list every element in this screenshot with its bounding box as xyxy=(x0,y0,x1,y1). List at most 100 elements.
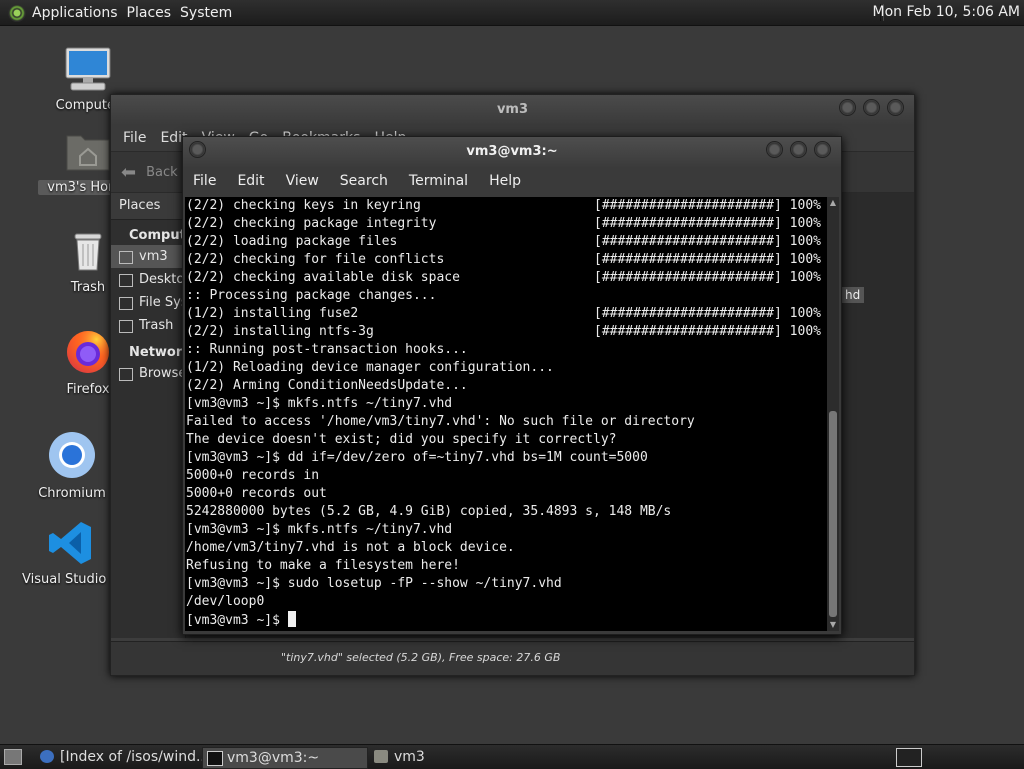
window-menu-button[interactable] xyxy=(189,141,206,158)
terminal-line: [vm3@vm3 ~]$ mkfs.ntfs ~/tiny7.vhd xyxy=(186,396,453,411)
terminal-line: Refusing to make a filesystem here! xyxy=(186,558,460,573)
terminal-icon xyxy=(207,751,223,766)
terminal-line: /dev/loop0 xyxy=(186,594,265,609)
text-cursor xyxy=(287,611,296,627)
window-title: vm3 xyxy=(496,102,529,117)
terminal-output[interactable]: (2/2) checking keys in keyring [#########… xyxy=(185,197,827,631)
status-text: "tiny7.vhd" selected (5.2 GB), Free spac… xyxy=(281,651,561,664)
terminal-line: 5242880000 bytes (5.2 GB, 4.9 GiB) copie… xyxy=(186,504,672,519)
sidebar-item-trash[interactable]: Trash xyxy=(111,314,185,337)
back-button[interactable]: Back xyxy=(146,165,178,180)
terminal-line: [vm3@vm3 ~]$ mkfs.ntfs ~/tiny7.vhd xyxy=(186,522,453,537)
back-arrow-icon[interactable]: ⬅ xyxy=(121,162,136,183)
browser-icon xyxy=(40,750,54,763)
status-bar: "tiny7.vhd" selected (5.2 GB), Free spac… xyxy=(111,641,914,675)
menu-help[interactable]: Help xyxy=(489,173,521,189)
shell-prompt: [vm3@vm3 ~]$ xyxy=(186,613,288,628)
menu-file[interactable]: File xyxy=(123,130,146,146)
minimize-button[interactable] xyxy=(766,141,783,158)
sidebar-item-filesystem[interactable]: File System xyxy=(111,291,185,314)
home-folder-icon xyxy=(66,135,110,171)
scroll-up-icon[interactable]: ▲ xyxy=(827,197,839,209)
terminal-line: [vm3@vm3 ~]$ sudo losetup -fP --show ~/t… xyxy=(186,576,562,591)
terminal-line: (2/2) checking for file conflicts [######… xyxy=(186,252,821,267)
close-button[interactable] xyxy=(814,141,831,158)
terminal-line: Failed to access '/home/vm3/tiny7.vhd': … xyxy=(186,414,695,429)
menu-view[interactable]: View xyxy=(286,173,319,189)
terminal-line: (1/2) installing fuse2 [#################… xyxy=(186,306,821,321)
sidebar-item-label: Browse Network xyxy=(139,366,186,381)
places-menu[interactable]: Places xyxy=(127,5,181,21)
show-desktop-icon[interactable] xyxy=(4,749,22,765)
scrollbar-thumb[interactable] xyxy=(829,411,837,617)
places-sidebar: Places Computer vm3 Desktop File System … xyxy=(111,193,186,638)
clock[interactable]: Mon Feb 10, 5:06 AM xyxy=(873,0,1020,25)
selected-file-label[interactable]: hd xyxy=(841,287,865,303)
taskbar-item-browser[interactable]: [Index of /isos/wind... xyxy=(36,747,220,767)
menu-search[interactable]: Search xyxy=(340,173,388,189)
desktop-icon-label: Chromium xyxy=(38,486,106,501)
taskbar-item-terminal[interactable]: vm3@vm3:~ xyxy=(202,747,368,769)
sidebar-item-browse-network[interactable]: Browse Network xyxy=(111,362,185,385)
terminal-line: :: Running post-transaction hooks... xyxy=(186,342,468,357)
terminal-line: (1/2) Reloading device manager configura… xyxy=(186,360,554,375)
computer-icon xyxy=(65,47,111,91)
taskbar-item-label: [Index of /isos/wind... xyxy=(60,749,210,765)
network-icon xyxy=(119,368,133,381)
workspace-switcher[interactable] xyxy=(896,748,922,767)
sidebar-header[interactable]: Places xyxy=(111,193,185,220)
desktop-icon-chromium[interactable]: Chromium xyxy=(22,430,122,501)
vscode-icon xyxy=(49,522,91,564)
minimize-button[interactable] xyxy=(839,99,856,116)
firefox-icon xyxy=(67,331,109,373)
menu-file[interactable]: File xyxy=(193,173,216,189)
scroll-down-icon[interactable]: ▼ xyxy=(827,619,839,631)
distro-logo-icon[interactable] xyxy=(8,3,26,22)
terminal-line: (2/2) loading package files [############… xyxy=(186,234,821,249)
sidebar-item-label: Desktop xyxy=(139,272,185,287)
terminal-line: (2/2) checking package integrity [#######… xyxy=(186,216,821,231)
folder-icon xyxy=(374,750,388,763)
home-icon xyxy=(119,251,133,264)
desktop-icon-label: Visual Studio Code xyxy=(22,572,144,587)
trash-icon xyxy=(119,320,133,333)
menu-edit[interactable]: Edit xyxy=(237,173,264,189)
drive-icon xyxy=(119,297,133,310)
system-menu[interactable]: System xyxy=(180,5,241,21)
window-title: vm3@vm3:~ xyxy=(466,144,558,159)
top-panel: Applications Places System Mon Feb 10, 5… xyxy=(0,0,1024,26)
sidebar-item-desktop[interactable]: Desktop xyxy=(111,268,185,291)
terminal-line: :: Processing package changes... xyxy=(186,288,437,303)
menu-terminal[interactable]: Terminal xyxy=(409,173,468,189)
sidebar-item-label: File System xyxy=(139,295,186,310)
sidebar-group-computer: Computer xyxy=(129,228,186,243)
trash-icon xyxy=(74,233,102,271)
terminal-line: [vm3@vm3 ~]$ dd if=/dev/zero of=~tiny7.v… xyxy=(186,450,648,465)
terminal-prompt-line[interactable]: [vm3@vm3 ~]$ xyxy=(185,611,827,629)
terminal-line: (2/2) Arming ConditionNeedsUpdate... xyxy=(186,378,468,393)
sidebar-item-home[interactable]: vm3 xyxy=(111,245,185,268)
terminal-scrollbar[interactable]: ▲ ▼ xyxy=(827,197,839,631)
sidebar-item-label: Trash xyxy=(139,318,174,333)
terminal-line: (2/2) installing ntfs-3g [###############… xyxy=(186,324,821,339)
sidebar-group-network: Network xyxy=(129,345,186,360)
maximize-button[interactable] xyxy=(790,141,807,158)
maximize-button[interactable] xyxy=(863,99,880,116)
chromium-icon xyxy=(49,432,95,478)
desktop-icon-vscode[interactable]: Visual Studio Code xyxy=(22,520,144,587)
desktop-icon xyxy=(119,274,133,287)
terminal-menubar: File Edit View Search Terminal Help xyxy=(183,167,841,195)
terminal-window[interactable]: vm3@vm3:~ File Edit View Search Terminal… xyxy=(182,136,842,635)
taskbar-item-label: vm3@vm3:~ xyxy=(227,750,320,766)
sidebar-item-label: vm3 xyxy=(139,249,168,264)
terminal-titlebar[interactable]: vm3@vm3:~ xyxy=(183,137,841,167)
terminal-line: 5000+0 records out xyxy=(186,486,327,501)
terminal-line: The device doesn't exist; did you specif… xyxy=(186,432,617,447)
terminal-line: (2/2) checking available disk space [####… xyxy=(186,270,821,285)
taskbar-item-file-manager[interactable]: vm3 xyxy=(370,747,544,767)
applications-menu[interactable]: Applications xyxy=(32,5,127,21)
bottom-taskbar: [Index of /isos/wind... vm3@vm3:~ vm3 xyxy=(0,744,1024,769)
close-button[interactable] xyxy=(887,99,904,116)
terminal-line: (2/2) checking keys in keyring [#########… xyxy=(186,198,821,213)
file-manager-titlebar[interactable]: vm3 xyxy=(111,95,914,125)
